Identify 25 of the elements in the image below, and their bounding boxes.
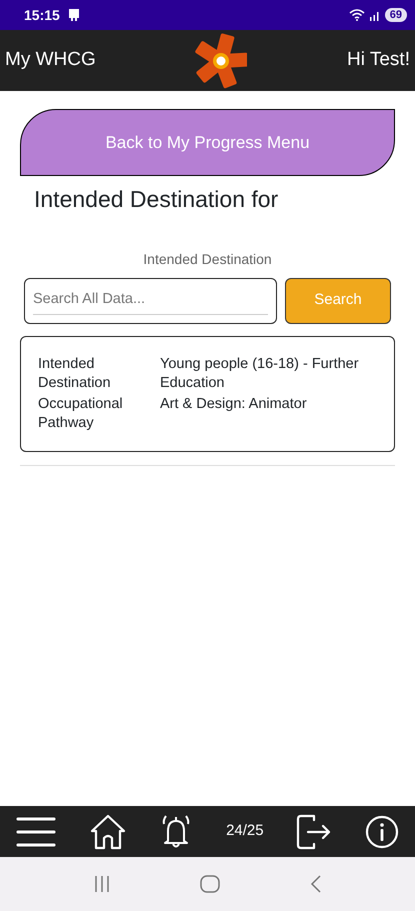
home-icon[interactable] xyxy=(88,814,127,850)
back-icon[interactable] xyxy=(308,875,322,893)
detail-value: Art & Design: Animator xyxy=(160,394,308,414)
detail-label: Intended Destination xyxy=(38,354,112,392)
greeting: Hi Test! xyxy=(346,48,410,72)
logout-icon[interactable] xyxy=(296,814,332,850)
recent-apps-icon[interactable] xyxy=(92,875,110,893)
menu-icon[interactable] xyxy=(16,816,56,848)
search-button[interactable]: Search xyxy=(285,278,391,324)
back-button[interactable]: Back to My Progress Menu xyxy=(20,109,395,176)
detail-label: Occupational Pathway xyxy=(38,394,124,432)
search-field[interactable]: Search All Data... xyxy=(24,278,277,324)
detail-value: Young people (16-18) - Further Education xyxy=(160,354,360,392)
battery-level: 69 xyxy=(384,8,407,22)
wifi-icon xyxy=(348,9,365,21)
app-title: My WHCG xyxy=(5,48,96,72)
signal-icon xyxy=(368,9,381,21)
info-icon[interactable] xyxy=(364,814,399,848)
home-nav-icon[interactable] xyxy=(200,875,220,893)
page-heading: Intended Destination for xyxy=(34,185,280,214)
logo-icon xyxy=(195,32,248,88)
notification-count: 24/25 xyxy=(226,821,264,842)
notification-icon xyxy=(68,8,80,22)
section-label: Intended Destination xyxy=(142,250,273,268)
status-time: 15:15 xyxy=(24,6,60,24)
